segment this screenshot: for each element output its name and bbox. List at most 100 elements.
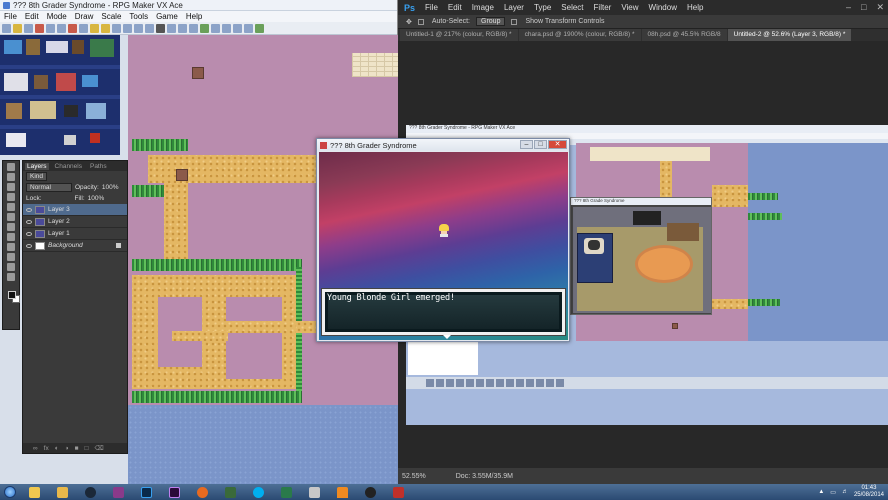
layer-event-icon[interactable] — [101, 23, 110, 33]
menu-scale[interactable]: Scale — [101, 12, 121, 21]
add-mask-icon[interactable]: ◐ — [55, 445, 59, 452]
layer-map-icon[interactable] — [90, 23, 99, 33]
move-tool-icon[interactable]: ✥ — [406, 18, 412, 26]
foreground-color-swatch[interactable] — [8, 291, 16, 299]
taskbar-obs[interactable] — [359, 485, 381, 499]
document-tab[interactable]: chara.psd @ 1900% (colour, RGB/8) * — [518, 29, 641, 41]
menu-help[interactable]: Help — [186, 12, 202, 21]
document-tab[interactable]: Untitled-1 @ 217% (colour, RGB/8) * — [400, 29, 518, 41]
taskbar-network[interactable] — [303, 485, 325, 499]
gradient-icon[interactable] — [7, 263, 15, 271]
menu-mode[interactable]: Mode — [47, 12, 67, 21]
healing-brush-icon[interactable] — [7, 223, 15, 231]
tray-arrow-icon[interactable]: ▲ — [818, 489, 824, 495]
sound-test-icon[interactable] — [233, 23, 242, 33]
opacity-value[interactable]: 100% — [102, 184, 119, 191]
ps-menu-view[interactable]: View — [621, 3, 638, 12]
ps-menu-image[interactable]: Image — [472, 3, 494, 12]
taskbar-explorer[interactable] — [23, 485, 45, 499]
tab-channels[interactable]: Channels — [53, 163, 84, 170]
taskbar-photoshop[interactable] — [135, 485, 157, 499]
game-maximize-button[interactable]: □ — [534, 140, 547, 149]
character-generator-icon[interactable] — [244, 23, 253, 33]
taskbar-folder[interactable] — [51, 485, 73, 499]
menu-file[interactable]: File — [4, 12, 17, 21]
pencil-icon[interactable] — [112, 23, 121, 33]
taskbar-firefox[interactable] — [191, 485, 213, 499]
resource-manager-icon[interactable] — [211, 23, 220, 33]
adjustment-layer-icon[interactable]: ◑ — [65, 445, 69, 452]
ps-menu-filter[interactable]: Filter — [594, 3, 612, 12]
visibility-eye-icon[interactable] — [26, 243, 32, 248]
zoom-1-icon[interactable] — [167, 23, 176, 33]
battle-screen[interactable]: Young Blonde Girl emerged! — [319, 152, 568, 340]
eraser-icon[interactable] — [7, 253, 15, 261]
tab-layers[interactable]: Layers — [25, 162, 49, 170]
ps-menu-window[interactable]: Window — [649, 3, 677, 12]
maximize-button[interactable]: □ — [861, 2, 866, 13]
lasso-icon[interactable] — [7, 183, 15, 191]
undo-icon[interactable] — [79, 23, 88, 33]
document-tab-active[interactable]: Untitled-2 @ 52.6% (Layer 3, RGB/8) * — [727, 29, 852, 41]
new-layer-icon[interactable]: □ — [85, 445, 89, 452]
layer-row[interactable]: Layer 1 — [23, 228, 127, 240]
playtest-icon[interactable] — [255, 23, 264, 33]
taskbar-game[interactable] — [219, 485, 241, 499]
rectangle-icon[interactable] — [123, 23, 132, 33]
ps-menu-layer[interactable]: Layer — [504, 3, 524, 12]
menu-edit[interactable]: Edit — [25, 12, 39, 21]
visibility-eye-icon[interactable] — [26, 231, 32, 236]
zoom-2-icon[interactable] — [178, 23, 187, 33]
ellipse-icon[interactable] — [134, 23, 143, 33]
taskbar-premiere[interactable] — [163, 485, 185, 499]
open-project-icon[interactable] — [13, 23, 22, 33]
layer-row[interactable]: Layer 3 — [23, 204, 127, 216]
crop-icon[interactable] — [7, 203, 15, 211]
auto-select-dropdown[interactable]: Group — [476, 17, 506, 26]
link-layers-icon[interactable]: ∞ — [33, 445, 38, 452]
layer-row[interactable]: Background — [23, 240, 127, 252]
rpg-maker-titlebar[interactable]: ??? 8th Grader Syndrome - RPG Maker VX A… — [0, 0, 397, 11]
delete-layer-icon[interactable]: ⌫ — [94, 444, 103, 452]
clock[interactable]: 01:43 25/08/2014 — [854, 485, 884, 499]
save-project-icon[interactable] — [24, 23, 33, 33]
fill-icon[interactable] — [145, 23, 154, 33]
volume-icon[interactable]: ♬ — [842, 489, 848, 495]
game-close-button[interactable]: ✕ — [548, 140, 567, 149]
ps-menu-file[interactable]: File — [425, 3, 438, 12]
menu-tools[interactable]: Tools — [129, 12, 148, 21]
new-project-icon[interactable] — [2, 23, 11, 33]
game-minimize-button[interactable]: – — [520, 140, 533, 149]
taskbar-rpgmaker[interactable] — [275, 485, 297, 499]
layer-row[interactable]: Layer 2 — [23, 216, 127, 228]
close-button[interactable]: ✕ — [876, 2, 884, 13]
quick-select-icon[interactable] — [7, 193, 15, 201]
tileset-palette[interactable] — [0, 35, 120, 155]
zoom-4-icon[interactable] — [189, 23, 198, 33]
script-editor-icon[interactable] — [222, 23, 231, 33]
delete-icon[interactable] — [68, 23, 77, 33]
dodge-icon[interactable] — [7, 273, 15, 281]
brush-icon[interactable] — [7, 233, 15, 241]
ps-menu-edit[interactable]: Edit — [448, 3, 462, 12]
taskbar-vlc[interactable] — [331, 485, 353, 499]
paste-icon[interactable] — [57, 23, 66, 33]
shadow-pen-icon[interactable] — [156, 23, 165, 33]
move-icon[interactable] — [7, 163, 15, 171]
filter-kind-dropdown[interactable]: Kind — [26, 172, 48, 181]
fx-icon[interactable]: fx — [44, 445, 49, 452]
document-tab[interactable]: 08h.psd @ 45.5% RGB/8 — [641, 29, 727, 41]
visibility-eye-icon[interactable] — [26, 219, 32, 224]
menu-draw[interactable]: Draw — [75, 12, 94, 21]
cut-icon[interactable] — [35, 23, 44, 33]
ps-menu-help[interactable]: Help — [687, 3, 703, 12]
ps-menu-select[interactable]: Select — [561, 3, 583, 12]
transform-controls-checkbox[interactable] — [511, 18, 518, 25]
fill-value[interactable]: 100% — [88, 195, 105, 202]
start-button[interactable] — [0, 484, 20, 500]
ps-menu-type[interactable]: Type — [534, 3, 551, 12]
minimize-button[interactable]: – — [846, 2, 851, 13]
taskbar-skype[interactable] — [247, 485, 269, 499]
game-titlebar[interactable]: ??? 8th Grader Syndrome – □ ✕ — [317, 139, 569, 151]
clone-stamp-icon[interactable] — [7, 243, 15, 251]
